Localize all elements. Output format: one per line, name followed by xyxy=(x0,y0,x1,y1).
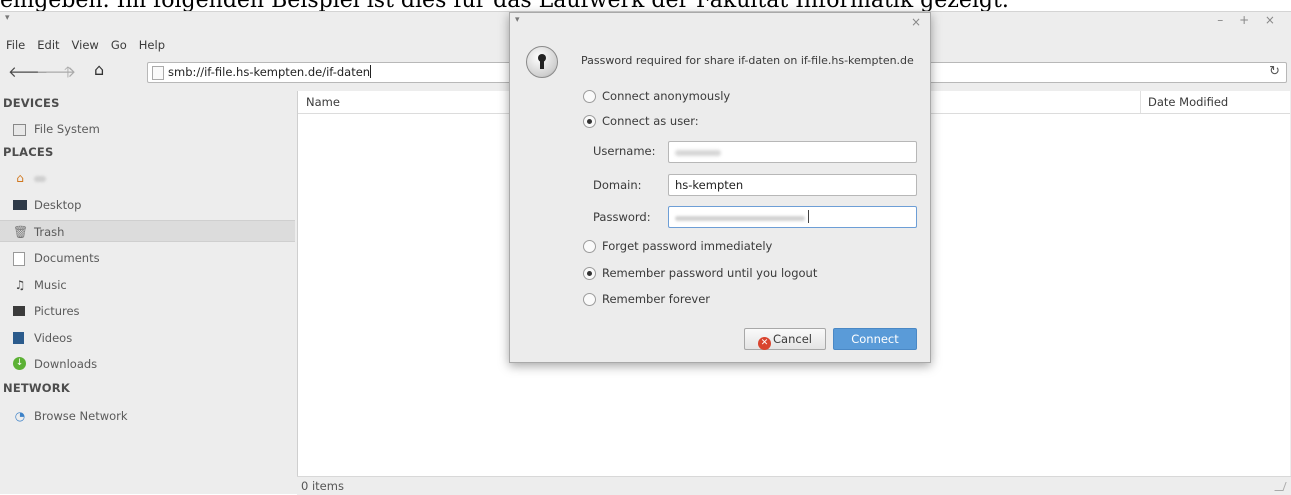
location-file-icon xyxy=(152,66,164,80)
username-field[interactable] xyxy=(668,141,917,163)
keyhole-icon xyxy=(526,46,558,78)
sidebar-item-desktop[interactable]: Desktop xyxy=(0,194,295,216)
sidebar-item-label: Browse Network xyxy=(34,409,128,423)
radio-button[interactable] xyxy=(583,115,596,128)
sidebar-item-label: Documents xyxy=(34,251,100,265)
status-bar: 0 items xyxy=(297,476,1291,495)
sidebar-item-browse-network[interactable]: ◔ Browse Network xyxy=(0,405,295,427)
sidebar-item-label: Downloads xyxy=(34,357,98,371)
column-header-name[interactable]: Name xyxy=(306,95,340,109)
menu-file[interactable]: File xyxy=(6,38,25,56)
download-icon: ↓ xyxy=(13,357,26,370)
desktop-icon xyxy=(13,200,27,210)
column-separator[interactable] xyxy=(1140,91,1141,113)
domain-field[interactable]: hs-kempten xyxy=(668,174,917,196)
sidebar-item-videos[interactable]: Videos xyxy=(0,327,295,349)
home-icon: ⌂ xyxy=(16,171,24,185)
dialog-heading: Password required for share if-daten on … xyxy=(581,54,914,67)
sidebar-heading-devices: DEVICES xyxy=(3,96,60,110)
cancel-button[interactable]: ✕ Cancel xyxy=(744,328,826,350)
column-header-date-modified[interactable]: Date Modified xyxy=(1148,95,1228,109)
sidebar-item-documents[interactable]: Documents xyxy=(0,247,295,269)
radio-label: Remember password until you logout xyxy=(602,266,818,280)
password-label: Password: xyxy=(593,210,651,224)
sidebar-item-home[interactable]: ⌂ xyxy=(0,167,295,189)
window-controls[interactable]: – + × xyxy=(1217,13,1281,27)
sidebar-heading-places: PLACES xyxy=(3,145,54,159)
sidebar-item-label: Music xyxy=(34,278,67,292)
sidebar-item-trash[interactable]: 🗑 Trash xyxy=(0,220,295,242)
sidebar: DEVICES File System PLACES ⌂ Desktop 🗑 T… xyxy=(0,91,295,494)
connect-button[interactable]: Connect xyxy=(833,328,917,350)
radio-label: Remember forever xyxy=(602,292,711,306)
trash-icon: 🗑 xyxy=(13,225,29,239)
username-label: Username: xyxy=(593,144,656,158)
menubar: File Edit View Go Help xyxy=(6,38,165,56)
reload-icon[interactable]: ↻ xyxy=(1269,64,1280,79)
music-icon: ♫ xyxy=(14,278,26,292)
menu-edit[interactable]: Edit xyxy=(37,38,59,56)
pictures-icon xyxy=(13,306,25,316)
dialog-titlebar: ▾ × xyxy=(510,13,930,33)
cancel-icon: ✕ xyxy=(758,337,772,350)
radio-label: Forget password immediately xyxy=(602,239,773,253)
password-field[interactable] xyxy=(668,206,917,228)
sidebar-item-label: Desktop xyxy=(34,198,82,212)
domain-label: Domain: xyxy=(593,178,642,192)
address-text: smb://if-file.hs-kempten.de/if-daten xyxy=(168,65,372,79)
sidebar-item-label: Trash xyxy=(34,225,65,239)
document-icon xyxy=(13,252,25,266)
sidebar-item-label: Pictures xyxy=(34,304,80,318)
sidebar-item-label: Videos xyxy=(34,331,73,345)
sidebar-item-music[interactable]: ♫ Music xyxy=(0,274,295,296)
wifi-icon: ◔ xyxy=(14,409,26,423)
radio-label: Connect anonymously xyxy=(602,89,731,103)
sidebar-item-downloads[interactable]: ↓ Downloads xyxy=(0,353,295,375)
radio-button[interactable] xyxy=(583,240,596,253)
sidebar-item-file-system[interactable]: File System xyxy=(0,118,295,140)
sidebar-item-pictures[interactable]: Pictures xyxy=(0,300,295,322)
up-arrow-icon[interactable]: 🡑 xyxy=(64,63,72,81)
home-icon[interactable]: ⌂ xyxy=(94,61,104,79)
video-icon xyxy=(13,332,24,344)
status-text: 0 items xyxy=(301,479,344,493)
sidebar-heading-network: NETWORK xyxy=(3,381,70,395)
password-dialog: ▾ × Password required for share if-daten… xyxy=(509,12,931,363)
window-menu-icon[interactable]: ▾ xyxy=(5,13,10,23)
dialog-menu-icon[interactable]: ▾ xyxy=(515,15,520,25)
resize-grip-icon[interactable] xyxy=(1274,482,1287,491)
close-icon[interactable]: × xyxy=(911,15,921,29)
menu-view[interactable]: View xyxy=(72,38,99,56)
radio-button[interactable] xyxy=(583,293,596,306)
radio-button[interactable] xyxy=(583,267,596,280)
drive-icon xyxy=(13,124,26,136)
sidebar-item-label: File System xyxy=(34,122,100,136)
radio-label: Connect as user: xyxy=(602,114,699,128)
sidebar-item-label xyxy=(34,171,46,185)
radio-button[interactable] xyxy=(583,90,596,103)
menu-help[interactable]: Help xyxy=(139,38,165,56)
menu-go[interactable]: Go xyxy=(111,38,127,56)
